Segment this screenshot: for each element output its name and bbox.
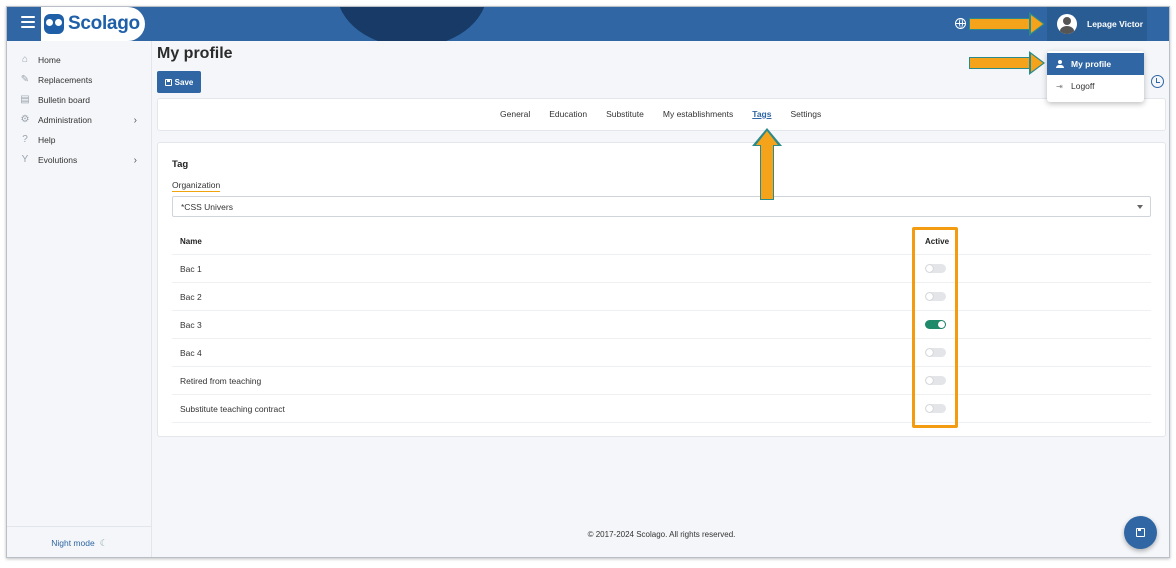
user-name: Lepage Victor (1087, 19, 1144, 29)
night-mode-label: Night mode (51, 538, 95, 548)
tab-general[interactable]: General (500, 109, 530, 119)
tab-settings[interactable]: Settings (790, 109, 821, 119)
help-icon: ? (22, 134, 28, 145)
menu-item-my-profile[interactable]: My profile (1047, 53, 1144, 75)
toggle-knob (926, 265, 933, 272)
table-row: Bac 2 (172, 283, 1151, 311)
active-toggle[interactable] (925, 320, 946, 329)
save-button[interactable]: Save (157, 71, 201, 93)
floating-save-button[interactable] (1124, 516, 1157, 549)
toggle-knob (926, 293, 933, 300)
active-toggle[interactable] (925, 264, 946, 273)
organization-select[interactable]: *CSS Univers (172, 196, 1151, 217)
tag-name: Substitute teaching contract (180, 403, 285, 414)
page-title: My profile (157, 45, 233, 62)
tag-name: Bac 4 (180, 347, 202, 358)
replacements-icon: ✎ (20, 74, 30, 85)
sidebar-item-administration[interactable]: ⚙ Administration › (7, 110, 151, 130)
tag-name: Retired from teaching (180, 375, 262, 386)
person-icon (1056, 60, 1064, 68)
table-row: Retired from teaching (172, 367, 1151, 395)
sidebar-item-home[interactable]: ⌂ Home (7, 50, 151, 70)
user-dropdown-menu: My profile ⇥ Logoff (1047, 51, 1144, 102)
tag-name: Bac 1 (180, 263, 202, 274)
user-menu-button[interactable]: Lepage Victor (1047, 7, 1147, 41)
app-window: Scolago Lepage Victor My profile ⇥ Logof… (6, 6, 1170, 558)
sidebar-item-label: Help (38, 135, 56, 145)
caret-down-icon (1137, 205, 1143, 209)
toggle-knob (926, 377, 933, 384)
active-toggle[interactable] (925, 376, 946, 385)
active-toggle[interactable] (925, 292, 946, 301)
tag-name: Bac 2 (180, 291, 202, 302)
sidebar-item-label: Home (38, 55, 61, 65)
active-toggle[interactable] (925, 404, 946, 413)
language-globe-icon[interactable] (955, 18, 966, 29)
sidebar-item-label: Administration (38, 115, 92, 125)
sidebar-item-help[interactable]: ? Help (7, 130, 151, 150)
organization-label: Organization (172, 180, 221, 192)
top-bar: Scolago Lepage Victor (7, 7, 1169, 41)
sidebar-item-bulletin-board[interactable]: ▤ Bulletin board (7, 90, 151, 110)
owl-logo-icon (44, 14, 64, 34)
table-row: Bac 4 (172, 339, 1151, 367)
toggle-knob (938, 321, 945, 328)
toggle-knob (926, 405, 933, 412)
card-title: Tag (172, 159, 189, 170)
menu-item-logoff[interactable]: ⇥ Logoff (1047, 75, 1144, 97)
logoff-icon: ⇥ (1056, 81, 1063, 91)
app-logo[interactable]: Scolago (41, 7, 145, 41)
sidebar-item-label: Bulletin board (38, 95, 90, 105)
avatar (1057, 14, 1077, 34)
sidebar-item-label: Replacements (38, 75, 93, 85)
tab-my-establishments[interactable]: My establishments (663, 109, 733, 119)
sidebar-item-replacements[interactable]: ✎ Replacements (7, 70, 151, 90)
bulletin-icon: ▤ (20, 94, 30, 105)
sprout-icon: Y (21, 154, 29, 165)
tab-education[interactable]: Education (549, 109, 587, 119)
table-row: Bac 1 (172, 255, 1151, 283)
menu-item-label: My profile (1071, 59, 1112, 69)
chevron-right-icon: › (133, 115, 137, 126)
table-row: Substitute teaching contract (172, 395, 1151, 423)
sidebar-item-label: Evolutions (38, 155, 78, 165)
save-button-label: Save (174, 77, 194, 87)
tag-name: Bac 3 (180, 319, 202, 330)
moon-icon: ☾ (99, 537, 108, 548)
profile-tabs-bar: General Education Substitute My establis… (157, 98, 1166, 131)
active-toggle[interactable] (925, 348, 946, 357)
column-header-name: Name (180, 236, 202, 246)
hamburger-menu-icon[interactable] (21, 16, 35, 30)
floppy-disk-icon (1136, 528, 1145, 537)
header-decoration (337, 7, 487, 41)
organization-value: *CSS Univers (181, 201, 233, 212)
home-icon: ⌂ (21, 54, 29, 65)
history-icon[interactable] (1151, 75, 1164, 88)
footer-copyright: © 2017-2024 Scolago. All rights reserved… (587, 530, 736, 539)
gear-icon: ⚙ (20, 114, 30, 125)
table-row: Bac 3 (172, 311, 1151, 339)
column-header-active: Active (925, 236, 950, 246)
sidebar: ⌂ Home ✎ Replacements ▤ Bulletin board ⚙… (7, 41, 152, 557)
tab-substitute[interactable]: Substitute (606, 109, 644, 119)
chevron-right-icon: › (133, 155, 137, 166)
tags-table: Name Active Bac 1 Bac 2 Bac 3 Bac 4 Reti… (172, 228, 1151, 423)
menu-item-label: Logoff (1071, 81, 1095, 91)
sidebar-item-evolutions[interactable]: Y Evolutions › (7, 150, 151, 170)
night-mode-toggle[interactable]: Night mode ☾ (7, 526, 152, 557)
floppy-disk-icon (164, 78, 172, 86)
table-header-row: Name Active (172, 228, 1151, 255)
tag-card: Tag Organization *CSS Univers Name Activ… (157, 142, 1166, 437)
toggle-knob (926, 349, 933, 356)
tab-tags[interactable]: Tags (752, 109, 771, 119)
app-name: Scolago (68, 13, 140, 34)
